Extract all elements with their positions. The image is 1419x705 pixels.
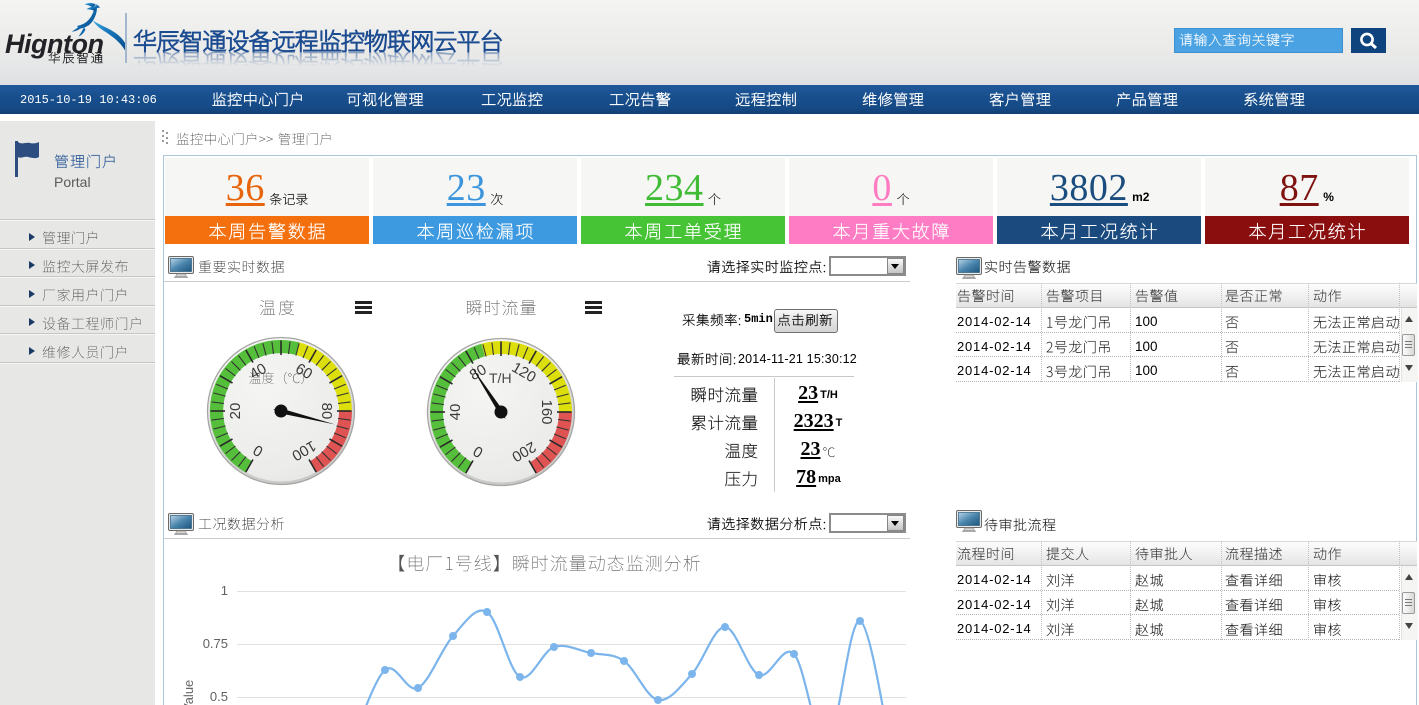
svg-text:40: 40: [447, 404, 464, 421]
svg-text:80: 80: [318, 403, 335, 420]
svg-text:160: 160: [538, 399, 555, 424]
svg-text:20: 20: [227, 403, 244, 420]
